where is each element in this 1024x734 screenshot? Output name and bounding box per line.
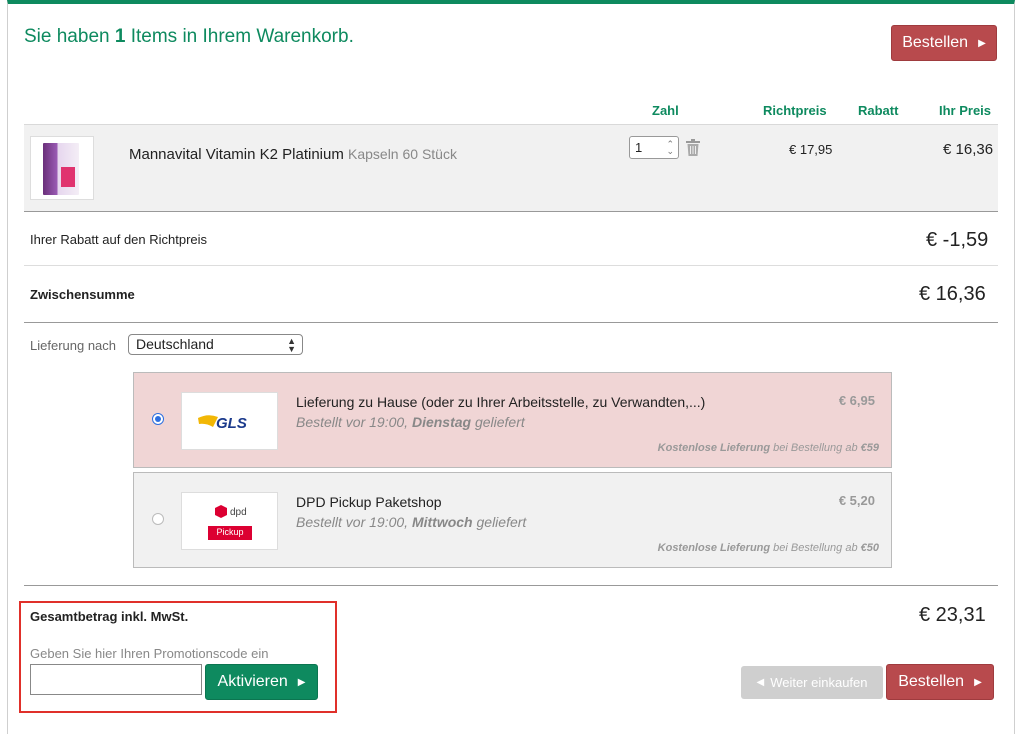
activate-button-label: Aktivieren <box>217 673 288 690</box>
subtotal-value: € 16,36 <box>919 283 986 305</box>
col-header-your-price: Ihr Preis <box>939 103 992 118</box>
order-button-top[interactable]: Bestellen ▶ <box>891 25 997 61</box>
shipping-price: € 5,20 <box>838 493 875 508</box>
dpd-logo: dpd Pickup <box>181 492 278 550</box>
free-shipping-note: Kostenlose Lieferung bei Bestellung ab €… <box>657 542 879 554</box>
total-value: € 23,31 <box>919 604 986 626</box>
shipping-title: Lieferung zu Hause (oder zu Ihrer Arbeit… <box>296 394 706 410</box>
continue-shopping-button[interactable]: ◀ Weiter einkaufen <box>741 666 883 699</box>
shipping-eta: Bestellt vor 19:00, Mittwoch geliefert <box>296 514 527 530</box>
order-button-label: Bestellen <box>898 673 965 690</box>
stepper-arrows-icon[interactable]: ⌃ ⌄ <box>666 140 674 156</box>
free-shipping-note: Kostenlose Lieferung bei Bestellung ab €… <box>657 442 879 454</box>
gls-logo: GLS <box>181 392 278 450</box>
shipping-option-dpd[interactable]: dpd Pickup DPD Pickup Paketshop Bestellt… <box>133 472 892 568</box>
chevron-right-icon: ▶ <box>297 676 306 688</box>
chevron-right-icon: ▶ <box>978 37 986 49</box>
order-button-bottom[interactable]: Bestellen ▶ <box>886 664 994 700</box>
continue-shopping-label: Weiter einkaufen <box>770 675 868 690</box>
shipping-title: DPD Pickup Paketshop <box>296 494 442 510</box>
promo-label: Geben Sie hier Ihren Promotionscode ein <box>30 646 269 661</box>
shipping-option-gls[interactable]: GLS Lieferung zu Hause (oder zu Ihrer Ar… <box>133 372 892 468</box>
radio-dpd[interactable] <box>152 513 164 525</box>
svg-text:dpd: dpd <box>230 507 247 518</box>
subtotal-label: Zwischensumme <box>30 287 135 302</box>
activate-button[interactable]: Aktivieren ▶ <box>205 664 318 700</box>
product-row <box>24 124 998 212</box>
chevron-left-icon: ◀ <box>756 677 765 688</box>
divider <box>24 585 998 586</box>
product-image[interactable] <box>30 136 94 200</box>
product-name[interactable]: Mannavital Vitamin K2 Platinium Kapseln … <box>129 146 457 163</box>
divider <box>24 322 998 323</box>
shipping-price: € 6,95 <box>838 393 875 408</box>
order-button-label: Bestellen <box>902 34 969 51</box>
cart-title: Sie haben 1 Items in Ihrem Warenkorb. <box>24 26 354 47</box>
delivery-label: Lieferung nach <box>30 338 117 353</box>
discount-label: Ihrer Rabatt auf den Richtpreis <box>30 232 208 247</box>
col-header-list-price: Richtpreis <box>763 103 827 118</box>
shipping-eta: Bestellt vor 19:00, Dienstag geliefert <box>296 414 525 430</box>
col-header-discount: Rabatt <box>858 103 899 118</box>
trash-icon[interactable] <box>686 139 700 156</box>
country-select[interactable]: Deutschland ▲ ▼ <box>128 334 303 355</box>
svg-text:GLS: GLS <box>216 415 247 432</box>
quantity-stepper[interactable]: 1 ⌃ ⌄ <box>629 136 679 159</box>
your-price: € 16,36 <box>943 141 994 158</box>
col-header-qty: Zahl <box>652 103 679 118</box>
promo-code-input[interactable] <box>30 664 202 695</box>
discount-value: € -1,59 <box>926 229 989 251</box>
radio-gls[interactable] <box>152 413 164 425</box>
divider <box>24 265 998 266</box>
list-price: € 17,95 <box>789 142 833 157</box>
select-arrows-icon: ▲ ▼ <box>287 336 296 354</box>
chevron-right-icon: ▶ <box>974 676 982 688</box>
